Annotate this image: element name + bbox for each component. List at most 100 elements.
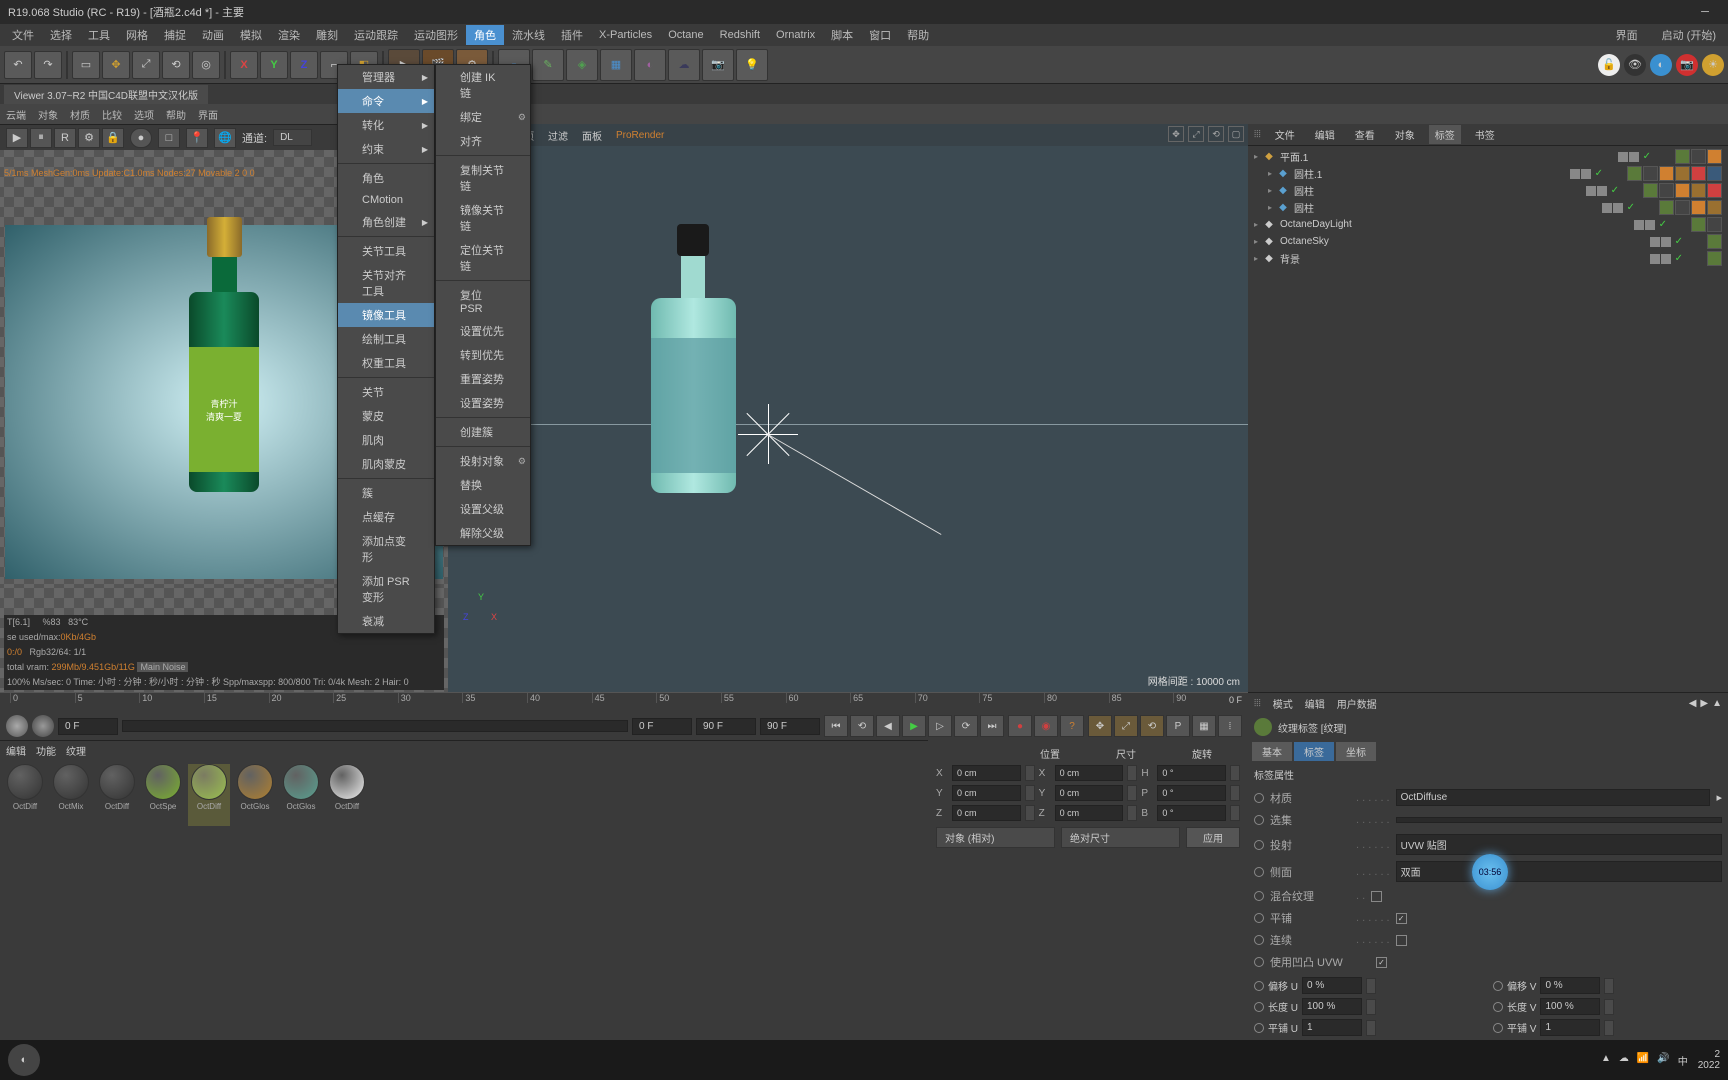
om-tab-view[interactable]: 查看 xyxy=(1349,125,1381,144)
tile-checkbox[interactable]: ✓ xyxy=(1396,913,1407,924)
submenu-item-绑定[interactable]: 绑定⚙ xyxy=(436,105,530,129)
coord-apply-button[interactable]: 应用 xyxy=(1186,827,1240,848)
vp-menu-panel[interactable]: 面板 xyxy=(582,128,602,143)
object-row-背景[interactable]: ▸◆背景✓ xyxy=(1250,250,1726,267)
pv-world[interactable]: 🌐 xyxy=(214,128,236,148)
menu-select[interactable]: 选择 xyxy=(42,25,80,45)
menu-item-点缓存[interactable]: 点缓存 xyxy=(338,505,434,529)
nurbs[interactable]: ◈ xyxy=(566,49,598,81)
light[interactable]: 💡 xyxy=(736,49,768,81)
prev-frame[interactable]: ◀ xyxy=(876,715,900,737)
submenu-item-设置父级[interactable]: 设置父级 xyxy=(436,497,530,521)
goto-start[interactable]: ⏮ xyxy=(824,715,848,737)
om-tab-file[interactable]: 文件 xyxy=(1269,125,1301,144)
goto-end[interactable]: ⏭ xyxy=(980,715,1004,737)
sm-ui[interactable]: 界面 xyxy=(198,107,218,122)
menu-item-角色[interactable]: 角色 xyxy=(338,166,434,190)
coord-size-dropdown[interactable]: 绝对尺寸 xyxy=(1061,827,1180,848)
channel-dropdown[interactable]: DL xyxy=(273,129,312,146)
menu-track[interactable]: 运动跟踪 xyxy=(346,25,406,45)
tray-cloud-icon[interactable]: ☁ xyxy=(1619,1053,1629,1068)
doc-tab[interactable]: Viewer 3.07~R2 中国C4D联盟中文汉化版 xyxy=(4,85,208,104)
menu-item-绘制工具[interactable]: 绘制工具 xyxy=(338,327,434,351)
vp-menu-filter[interactable]: 过滤 xyxy=(548,128,568,143)
cur-frame[interactable]: 0 F xyxy=(632,718,692,735)
prev-key[interactable]: ⟲ xyxy=(850,715,874,737)
vp-menu-prorender[interactable]: ProRender xyxy=(616,130,664,141)
submenu-item-镜像关节链[interactable]: 镜像关节链 xyxy=(436,198,530,238)
attr-tab-coord[interactable]: 坐标 xyxy=(1336,742,1376,761)
menu-octane[interactable]: Octane xyxy=(660,27,711,43)
key-pos[interactable]: ✥ xyxy=(1088,715,1112,737)
menu-window[interactable]: 窗口 xyxy=(861,25,899,45)
material-slot-OctDiff[interactable]: OctDiff xyxy=(188,764,230,826)
menu-tools[interactable]: 工具 xyxy=(80,25,118,45)
tray-volume-icon[interactable]: 🔊 xyxy=(1657,1053,1669,1068)
object-row-圆柱[interactable]: ▸◆圆柱✓ xyxy=(1250,199,1726,216)
object-row-OctaneSky[interactable]: ▸◆OctaneSky✓ xyxy=(1250,233,1726,250)
pv-pin[interactable]: 📍 xyxy=(186,128,208,148)
end-frame-2[interactable]: 90 F xyxy=(760,718,820,735)
material-picker-arrow[interactable]: ▸ xyxy=(1716,791,1722,804)
offset-v-input[interactable]: 0 % xyxy=(1540,977,1600,994)
menu-help[interactable]: 帮助 xyxy=(899,25,937,45)
object-row-平面.1[interactable]: ▸◆平面.1✓ xyxy=(1250,148,1726,165)
attr-mode[interactable]: 模式 xyxy=(1273,696,1293,711)
key-rot[interactable]: ⟲ xyxy=(1140,715,1164,737)
layout-dropdown[interactable]: 启动 (开始) xyxy=(1654,25,1724,45)
menu-item-关节[interactable]: 关节 xyxy=(338,380,434,404)
submenu-item-投射对象[interactable]: 投射对象⚙ xyxy=(436,449,530,473)
sm-mat[interactable]: 材质 xyxy=(70,107,90,122)
attr-edit[interactable]: 编辑 xyxy=(1305,696,1325,711)
sm-obj[interactable]: 对象 xyxy=(38,107,58,122)
menu-item-权重工具[interactable]: 权重工具 xyxy=(338,351,434,375)
frame-slider[interactable] xyxy=(122,720,628,732)
sm-cloud[interactable]: 云端 xyxy=(6,107,26,122)
submenu-item-创建 IK 链[interactable]: 创建 IK 链 xyxy=(436,65,530,105)
play[interactable]: ▶ xyxy=(902,715,926,737)
vp-orbit[interactable]: ⟲ xyxy=(1208,126,1224,142)
submenu-item-创建簇[interactable]: 创建簇 xyxy=(436,420,530,444)
menu-xparticles[interactable]: X-Particles xyxy=(591,27,660,43)
object-tree[interactable]: ▸◆平面.1✓▸◆圆柱.1✓▸◆圆柱✓▸◆圆柱✓▸◆OctaneDayLight… xyxy=(1248,146,1728,692)
menu-ornatrix[interactable]: Ornatrix xyxy=(768,27,823,43)
menu-item-肌肉[interactable]: 肌肉 xyxy=(338,428,434,452)
pv-reload[interactable]: R xyxy=(54,128,76,148)
axis-x-lock[interactable]: X xyxy=(230,51,258,79)
coord-mode-dropdown[interactable]: 对象 (相对) xyxy=(936,827,1055,848)
btab-edit[interactable]: 编辑 xyxy=(6,743,26,758)
attr-tab-basic[interactable]: 基本 xyxy=(1252,742,1292,761)
seamless-checkbox[interactable] xyxy=(1396,935,1407,946)
pv-lock[interactable]: 🔒 xyxy=(102,128,124,148)
length-u-input[interactable]: 100 % xyxy=(1302,998,1362,1015)
om-tab-edit[interactable]: 编辑 xyxy=(1309,125,1341,144)
attr-next[interactable]: ▶ xyxy=(1700,698,1708,709)
mix-texture-checkbox[interactable] xyxy=(1371,891,1382,902)
tile-u-input[interactable]: 1 xyxy=(1302,1019,1362,1036)
om-render[interactable]: 📷 xyxy=(1676,54,1698,76)
sm-help[interactable]: 帮助 xyxy=(166,107,186,122)
material-link-field[interactable]: OctDiffuse xyxy=(1396,789,1711,806)
menu-item-管理器[interactable]: 管理器 xyxy=(338,65,434,89)
menu-item-添加点变形[interactable]: 添加点变形 xyxy=(338,529,434,569)
record-key[interactable]: ● xyxy=(1008,715,1032,737)
material-slot-OctSpe[interactable]: OctSpe xyxy=(142,764,184,826)
undo-button[interactable]: ↶ xyxy=(4,51,32,79)
submenu-item-定位关节链[interactable]: 定位关节链 xyxy=(436,238,530,278)
axis-y-lock[interactable]: Y xyxy=(260,51,288,79)
vp-zoom[interactable]: ⤢ xyxy=(1188,126,1204,142)
attr-tab-tag[interactable]: 标签 xyxy=(1294,742,1334,761)
next-frame[interactable]: ▷ xyxy=(928,715,952,737)
key-opts[interactable]: ⦙ xyxy=(1218,715,1242,737)
bump-uvw-checkbox[interactable]: ✓ xyxy=(1376,957,1387,968)
menu-item-添加 PSR 变形[interactable]: 添加 PSR 变形 xyxy=(338,569,434,609)
scale-tool[interactable]: ⤢ xyxy=(132,51,160,79)
bottle-3d-model[interactable] xyxy=(643,224,743,504)
menu-mesh[interactable]: 网格 xyxy=(118,25,156,45)
main-viewport[interactable]: 三 显示 选项 过滤 面板 ProRender ✥ ⤢ ⟲ ▢ Y Z X xyxy=(448,124,1248,692)
tray-wifi-icon[interactable]: 📶 xyxy=(1637,1053,1649,1068)
om-sun[interactable]: ☀ xyxy=(1702,54,1724,76)
menu-item-角色创建[interactable]: 角色创建 xyxy=(338,210,434,234)
select-tool[interactable]: ▭ xyxy=(72,51,100,79)
key-param[interactable]: P xyxy=(1166,715,1190,737)
